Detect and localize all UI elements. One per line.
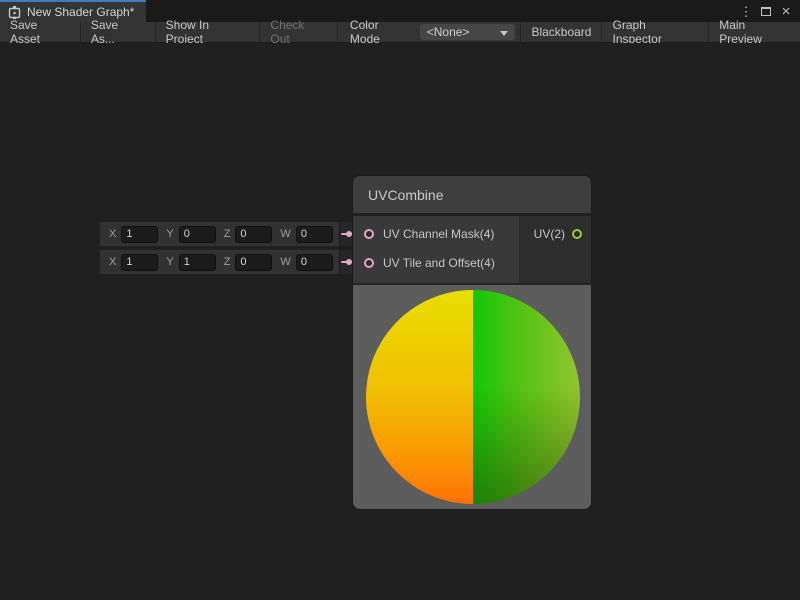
vector-field-x[interactable] [121, 254, 158, 271]
graph-inspector-button[interactable]: Graph Inspector [602, 22, 709, 42]
input-port-label: UV Tile and Offset(4) [383, 256, 495, 270]
output-port-row: UV(2) [534, 219, 582, 248]
preview-sphere [366, 290, 580, 504]
shader-graph-icon [8, 6, 21, 19]
uvcombine-node: UVCombine UV Channel Mask(4) UV Tile and… [352, 175, 592, 510]
save-as-button[interactable]: Save As... [81, 22, 156, 42]
save-asset-button[interactable]: Save Asset [0, 22, 81, 42]
maximize-glyph [761, 7, 771, 16]
input-port-row: UV Tile and Offset(4) [353, 248, 519, 277]
node-body: UV Channel Mask(4) UV Tile and Offset(4)… [352, 216, 592, 283]
tab-title: New Shader Graph* [27, 5, 134, 19]
vector-field-x[interactable] [121, 226, 158, 243]
field-label-x: X [109, 256, 116, 268]
input-port-icon[interactable] [364, 229, 374, 239]
color-mode-value: <None> [427, 25, 470, 39]
output-port-label: UV(2) [534, 227, 565, 241]
vector-field-z[interactable] [235, 226, 272, 243]
node-title-bar[interactable]: UVCombine [352, 175, 592, 213]
vector4-input-row-2: X Y Z W [100, 250, 358, 274]
shader-graph-toolbar: Save Asset Save As... Show In Project Ch… [0, 22, 800, 43]
vector4-fields: X Y Z W [100, 250, 339, 274]
input-port-row: UV Channel Mask(4) [353, 219, 519, 248]
show-in-project-button[interactable]: Show In Project [156, 22, 261, 42]
blackboard-button[interactable]: Blackboard [520, 22, 602, 42]
node-preview-area [352, 283, 592, 510]
vector-field-y[interactable] [179, 226, 216, 243]
color-mode-label: Color Mode [338, 22, 420, 42]
color-mode-dropdown[interactable]: <None> [420, 24, 516, 40]
node-title: UVCombine [368, 187, 443, 203]
field-label-y: Y [166, 256, 173, 268]
dropdown-arrow-icon [500, 31, 508, 36]
output-port-icon[interactable] [572, 229, 582, 239]
field-label-w: W [280, 228, 290, 240]
vector-field-w[interactable] [296, 254, 333, 271]
vector4-fields: X Y Z W [100, 222, 339, 246]
vector-field-w[interactable] [296, 226, 333, 243]
field-label-y: Y [166, 228, 173, 240]
vector4-input-row-1: X Y Z W [100, 222, 358, 246]
field-label-z: Z [224, 228, 231, 240]
preview-sphere-left-half [366, 290, 473, 504]
vector-field-z[interactable] [235, 254, 272, 271]
check-out-button[interactable]: Check Out [260, 22, 338, 42]
field-label-z: Z [224, 256, 231, 268]
node-input-section: UV Channel Mask(4) UV Tile and Offset(4) [353, 216, 519, 283]
preview-sphere-right-half [473, 290, 580, 504]
node-output-section: UV(2) [519, 216, 591, 283]
input-port-label: UV Channel Mask(4) [383, 227, 494, 241]
main-preview-button[interactable]: Main Preview [709, 22, 800, 42]
field-label-x: X [109, 228, 116, 240]
vector-field-y[interactable] [179, 254, 216, 271]
graph-canvas[interactable]: X Y Z W X Y Z W [0, 43, 800, 600]
input-port-icon[interactable] [364, 258, 374, 268]
field-label-w: W [280, 256, 290, 268]
